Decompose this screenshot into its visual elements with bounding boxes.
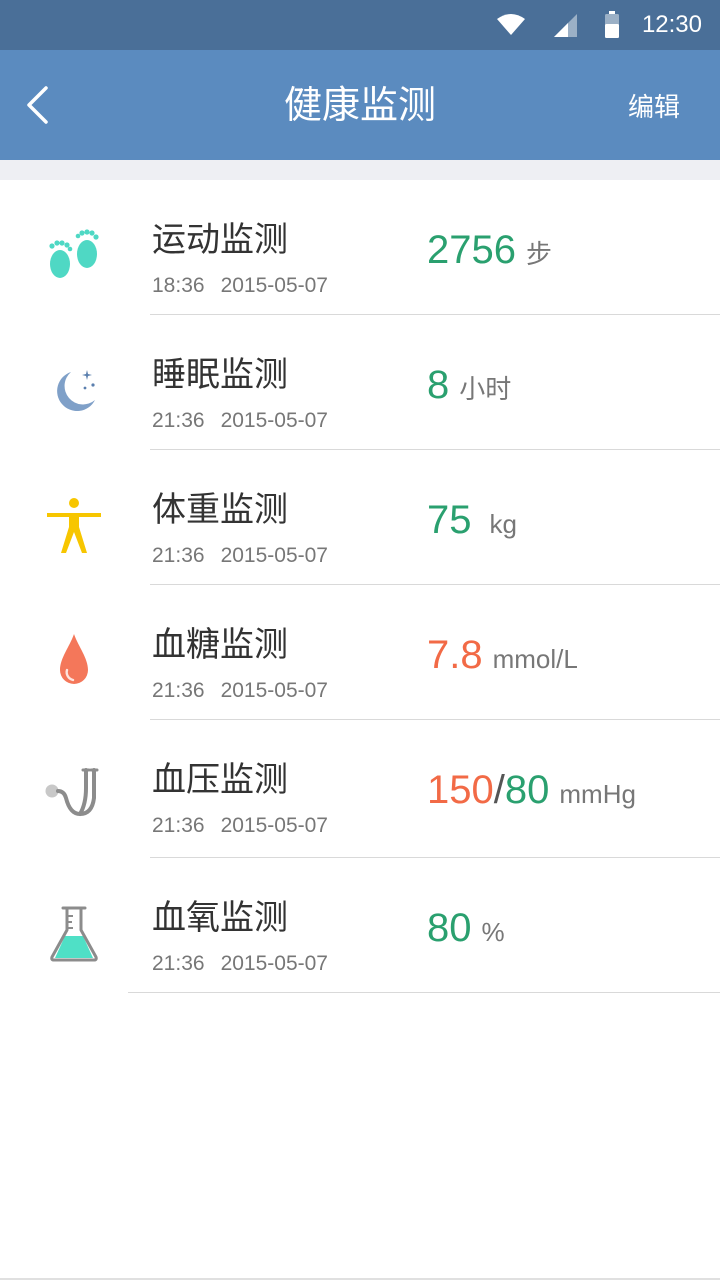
moon-stars-icon (38, 355, 110, 427)
person-icon (38, 490, 110, 562)
status-bar: 12:30 (0, 0, 720, 50)
value-systolic: 150 (427, 768, 494, 812)
list-item-exercise[interactable]: 运动监测 18:36 2015-05-07 2756 步 (0, 180, 720, 315)
item-timestamp: 21:36 2015-05-07 (152, 544, 328, 568)
item-timestamp: 21:36 2015-05-07 (152, 679, 328, 703)
list-item-blood-oxygen[interactable]: 血氧监测 21:36 2015-05-07 80% (0, 858, 720, 993)
value-separator: / (493, 768, 505, 812)
value-diastolic: 80 (504, 768, 550, 812)
blood-drop-icon (38, 625, 110, 697)
item-timestamp: 21:36 2015-05-07 (152, 814, 328, 838)
monitor-list: 运动监测 18:36 2015-05-07 2756 步 睡眠监测 21:36 201… (0, 180, 720, 993)
cell-signal-icon (552, 12, 578, 38)
value-number: 8 (427, 363, 450, 407)
footprints-icon (38, 220, 110, 292)
item-name: 血氧监测 (152, 898, 288, 938)
item-name: 体重监测 (152, 490, 288, 530)
page-title: 健康监测 (283, 83, 436, 127)
value-unit: mmol/L (492, 644, 578, 674)
item-time: 21:36 (152, 409, 205, 432)
value-number: 75 (427, 498, 472, 542)
item-value: 75 kg (427, 498, 517, 543)
item-date: 2015-05-07 (220, 544, 328, 567)
flask-icon (38, 898, 110, 970)
item-value: 2756 步 (427, 228, 552, 273)
stethoscope-icon (38, 760, 110, 832)
item-value: 7.8 mmol/L (427, 633, 578, 678)
item-time: 18:36 (152, 274, 205, 297)
value-unit: mmHg (559, 779, 636, 809)
app-bar: 健康监测 编辑 (0, 50, 720, 160)
item-value: 150/80 mmHg (427, 768, 636, 813)
value-unit: % (481, 917, 505, 947)
item-name: 睡眠监测 (152, 355, 288, 395)
item-name: 运动监测 (152, 220, 288, 260)
item-name: 血压监测 (152, 760, 288, 800)
divider (128, 992, 720, 993)
back-button[interactable] (12, 78, 62, 132)
item-value: 80% (427, 906, 505, 951)
section-gap (0, 160, 720, 180)
value-unit: 步 (525, 239, 552, 269)
item-date: 2015-05-07 (220, 274, 328, 297)
list-item-weight[interactable]: 体重监测 21:36 2015-05-07 75 kg (0, 450, 720, 585)
wifi-icon (496, 13, 526, 37)
item-time: 21:36 (152, 679, 205, 702)
item-timestamp: 18:36 2015-05-07 (152, 274, 328, 298)
value-number: 7.8 (427, 633, 483, 677)
item-date: 2015-05-07 (220, 679, 328, 702)
item-time: 21:36 (152, 814, 205, 837)
status-time: 12:30 (641, 11, 702, 38)
value-unit: 小时 (459, 374, 512, 404)
item-date: 2015-05-07 (220, 952, 328, 975)
item-name: 血糖监测 (152, 625, 288, 665)
value-number: 2756 (427, 228, 516, 272)
item-date: 2015-05-07 (220, 409, 328, 432)
battery-icon (604, 11, 620, 39)
item-time: 21:36 (152, 544, 205, 567)
item-time: 21:36 (152, 952, 205, 975)
item-timestamp: 21:36 2015-05-07 (152, 952, 328, 976)
list-item-sleep[interactable]: 睡眠监测 21:36 2015-05-07 8 小时 (0, 315, 720, 450)
edit-button[interactable]: 编辑 (628, 50, 680, 160)
item-timestamp: 21:36 2015-05-07 (152, 409, 328, 433)
item-value: 8 小时 (427, 363, 511, 408)
chevron-left-icon (27, 86, 48, 124)
list-item-blood-pressure[interactable]: 血压监测 21:36 2015-05-07 150/80 mmHg (0, 720, 720, 858)
item-date: 2015-05-07 (220, 814, 328, 837)
list-item-blood-sugar[interactable]: 血糖监测 21:36 2015-05-07 7.8 mmol/L (0, 585, 720, 720)
value-unit: kg (489, 509, 517, 539)
value-number: 80 (427, 906, 472, 950)
